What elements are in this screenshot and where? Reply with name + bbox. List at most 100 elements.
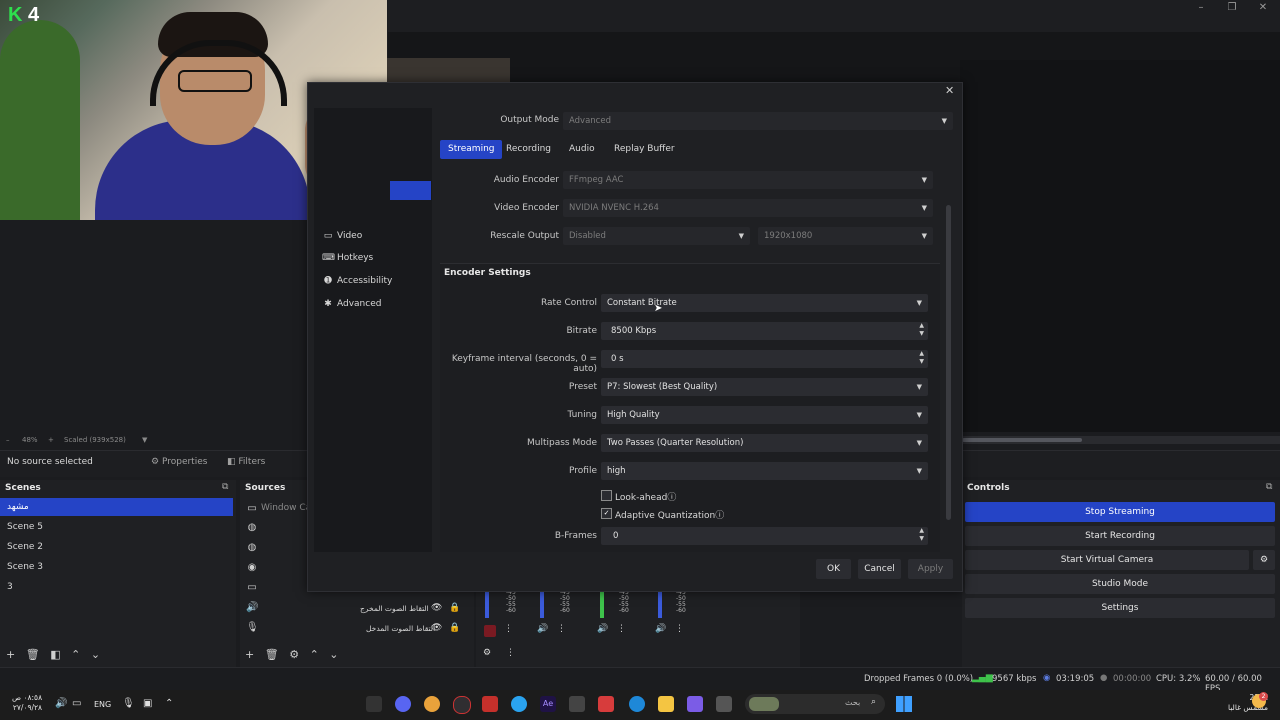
filters-button[interactable]: ◧ Filters [227,454,265,471]
ok-button[interactable]: OK [816,559,851,579]
bitrate-input[interactable]: 8500 Kbps ▲ ▼ [601,322,928,340]
kebab-menu-icon[interactable]: ⋮ [506,648,515,658]
studio-mode-button[interactable]: Studio Mode [965,574,1275,594]
kebab-menu-icon[interactable]: ⋮ [617,624,626,634]
dock-float-icon[interactable]: ⧉ [1266,482,1272,492]
rate-control-select[interactable]: Constant Bitrate ▼ [601,294,928,312]
stop-streaming-button[interactable]: Stop Streaming [965,502,1275,522]
settings-button[interactable]: Settings [965,598,1275,618]
lock-icon[interactable]: 🔒 [449,623,460,633]
tray-app-icon[interactable]: ▣ [143,698,152,709]
nav-item-advanced[interactable]: ✱ Advanced [322,295,381,313]
move-down-button[interactable]: ⌄ [91,648,100,661]
adaptive-quantization-checkbox[interactable]: ✓ [601,508,612,519]
file-explorer-icon[interactable] [658,696,674,712]
scene-filters-button[interactable]: ◧ [50,648,60,661]
tab-audio[interactable]: Audio [561,140,603,159]
eye-icon[interactable]: 👁 [431,623,442,633]
scene-item[interactable]: مشهد [0,498,233,516]
nav-item-video[interactable]: ▭ Video [322,227,362,245]
help-icon[interactable]: ⓘ [667,493,676,503]
move-down-button[interactable]: ⌄ [329,648,338,661]
mixer-settings-icon[interactable]: ⚙ [483,648,491,658]
dock-float-icon[interactable]: ⧉ [222,482,228,492]
app-icon[interactable] [511,696,527,712]
zoom-out-button[interactable]: – [6,436,10,444]
audio-encoder-select[interactable]: FFmpeg AAC ▼ [563,171,933,189]
source-audio-output[interactable]: التقاط الصوت المخرج [360,604,429,613]
remove-scene-button[interactable]: 🗑 [26,648,40,661]
eye-icon[interactable]: 👁 [431,603,442,613]
scene-item[interactable]: Scene 5 [0,518,233,536]
source-settings-button[interactable]: ⚙ [289,648,299,661]
speaker-icon[interactable]: 🔊 [537,624,548,634]
minimize-icon[interactable]: – [1186,0,1216,20]
kebab-menu-icon[interactable]: ⋮ [557,624,566,634]
start-virtual-camera-button[interactable]: Start Virtual Camera [965,550,1249,570]
epic-games-icon[interactable] [366,696,382,712]
spinbox-arrows-icon[interactable]: ▲ ▼ [919,350,924,366]
obs-icon[interactable] [453,696,471,714]
properties-button[interactable]: ⚙ Properties [151,454,207,471]
profile-select[interactable]: high ▼ [601,462,928,480]
help-icon[interactable]: ⓘ [715,511,724,521]
start-recording-button[interactable]: Start Recording [965,526,1275,546]
close-icon[interactable]: ✕ [945,84,957,98]
network-icon[interactable]: ▭ [72,698,81,709]
bframes-input[interactable]: 0 ▲ ▼ [601,527,928,545]
remove-source-button[interactable]: 🗑 [265,648,279,661]
volume-icon[interactable]: 🔊 [55,698,67,709]
cancel-button[interactable]: Cancel [858,559,901,579]
scrollbar-thumb[interactable] [962,438,1082,442]
chrome-icon[interactable] [424,696,440,712]
scene-item[interactable]: Scene 3 [0,558,233,576]
chevron-down-icon[interactable]: ▼ [142,436,147,444]
tuning-select[interactable]: High Quality ▼ [601,406,928,424]
lookahead-checkbox[interactable] [601,490,612,501]
preset-select[interactable]: P7: Slowest (Best Quality) ▼ [601,378,928,396]
rescale-output-select[interactable]: Disabled ▼ [563,227,750,245]
nav-selected-item[interactable] [390,181,431,200]
scene-item[interactable]: Scene 2 [0,538,233,556]
virtual-camera-settings-button[interactable]: ⚙ [1253,550,1275,570]
tab-replay-buffer[interactable]: Replay Buffer [606,140,683,159]
wps-icon[interactable] [598,696,614,712]
speaker-icon[interactable]: 🔊 [597,624,608,634]
rescale-resolution-select[interactable]: 1920x1080 ▼ [758,227,933,245]
source-item-window[interactable]: Window Ca [261,503,311,513]
language-indicator[interactable]: ENG [94,700,111,709]
spinbox-arrows-icon[interactable]: ▲ ▼ [919,527,924,543]
discord-icon[interactable] [395,696,411,712]
kebab-menu-icon[interactable]: ⋮ [504,624,513,634]
taskbar-search[interactable]: بحث ⌕ [745,694,885,714]
youtube-icon[interactable] [482,696,498,712]
add-scene-button[interactable]: + [6,648,15,661]
tab-streaming[interactable]: Streaming [440,140,503,159]
video-encoder-select[interactable]: NVIDIA NVENC H.264 ▼ [563,199,933,217]
taskbar-clock[interactable]: ٠٨:٥٨ ص ٢٧/٠٩/٢٨ [12,693,42,713]
move-up-button[interactable]: ⌃ [310,648,319,661]
capcut-icon[interactable] [569,696,585,712]
mute-button-muted[interactable] [484,625,496,637]
zoom-in-button[interactable]: + [48,436,54,444]
add-source-button[interactable]: + [245,648,254,661]
windows-start-icon[interactable] [896,696,912,712]
close-window-icon[interactable]: ✕ [1248,0,1278,20]
lock-icon[interactable]: 🔒 [449,603,460,613]
multipass-select[interactable]: Two Passes (Quarter Resolution) ▼ [601,434,928,452]
apply-button[interactable]: Apply [908,559,953,579]
output-mode-select[interactable]: Advanced ▼ [563,112,953,130]
scene-item[interactable]: 3 [0,578,233,596]
tab-recording[interactable]: Recording [498,140,559,159]
nav-item-hotkeys[interactable]: ⌨ Hotkeys [322,249,373,267]
edge-icon[interactable] [629,696,645,712]
kebab-menu-icon[interactable]: ⋮ [675,624,684,634]
move-up-button[interactable]: ⌃ [71,648,80,661]
app-icon[interactable] [716,696,732,712]
spinbox-arrows-icon[interactable]: ▲ ▼ [919,322,924,338]
source-audio-input[interactable]: التقاط الصوت المدخل [366,624,435,633]
maximize-icon[interactable]: ❐ [1217,0,1247,20]
keyframe-input[interactable]: 0 s ▲ ▼ [601,350,928,368]
speaker-icon[interactable]: 🔊 [655,624,666,634]
settings-scrollbar[interactable] [946,205,951,520]
